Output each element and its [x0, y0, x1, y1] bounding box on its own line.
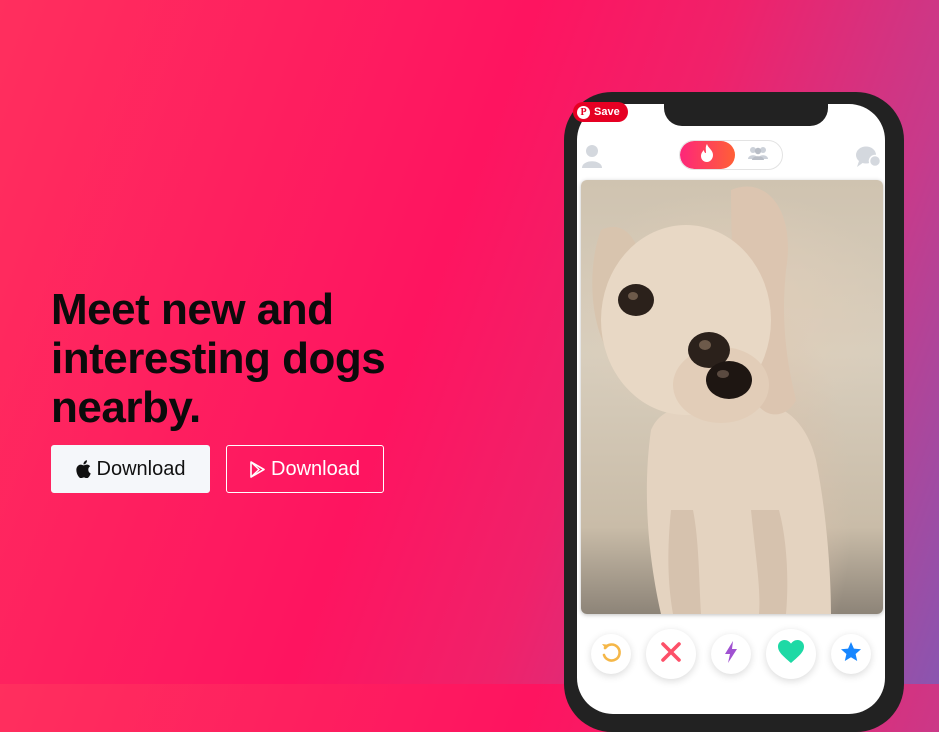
boost-icon — [724, 640, 738, 668]
google-play-icon — [250, 460, 265, 478]
google-play-download-label: Download — [271, 457, 360, 480]
app-top-bar — [577, 140, 885, 174]
rewind-icon — [600, 641, 622, 668]
super-like-button[interactable] — [831, 634, 872, 674]
pinterest-icon: P — [577, 105, 590, 119]
rewind-button[interactable] — [590, 634, 631, 674]
nope-button[interactable] — [645, 629, 696, 679]
headline-line-2: interesting dogs — [51, 334, 386, 383]
nope-icon — [660, 641, 682, 668]
like-button[interactable] — [766, 629, 817, 679]
pinterest-save-label: Save — [594, 106, 620, 118]
apple-icon — [75, 460, 91, 478]
like-icon — [778, 640, 805, 668]
google-play-download-button[interactable]: Download — [226, 445, 384, 493]
app-store-download-button[interactable]: Download — [51, 445, 210, 493]
phone-screen — [577, 104, 885, 714]
action-bar — [577, 626, 885, 682]
profile-icon[interactable] — [582, 144, 602, 168]
phone-notch — [664, 104, 828, 126]
super-like-icon — [840, 641, 862, 668]
hero: Meet new and interesting dogs nearby. — [51, 285, 471, 432]
group-icon — [747, 146, 769, 165]
headline-line-1: Meet new and — [51, 285, 334, 334]
download-buttons: Download Download — [51, 445, 384, 493]
toggle-option-social[interactable] — [735, 141, 782, 169]
mode-toggle[interactable] — [679, 140, 783, 170]
app-store-download-label: Download — [96, 457, 186, 480]
headline: Meet new and interesting dogs nearby. — [51, 285, 471, 432]
boost-button[interactable] — [710, 634, 751, 674]
headline-line-3: nearby. — [51, 383, 201, 432]
dog-illustration — [592, 186, 831, 614]
dog-photo[interactable] — [581, 180, 883, 614]
flame-icon — [700, 143, 714, 167]
toggle-option-discover[interactable] — [680, 141, 735, 169]
pinterest-save-button[interactable]: P Save — [573, 102, 628, 122]
messages-icon[interactable] — [855, 146, 882, 168]
phone-mockup — [564, 92, 904, 732]
